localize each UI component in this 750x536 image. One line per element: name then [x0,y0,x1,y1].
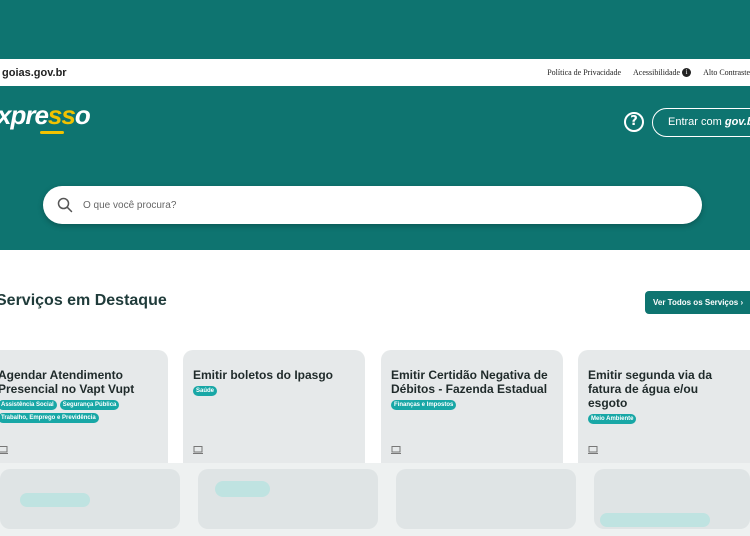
see-all-services-button[interactable]: Ver Todos os Serviços › [645,291,750,314]
card-title: Agendar Atendimento Presencial no Vapt V… [0,368,135,396]
gov-site-link[interactable]: goias.gov.br [2,67,67,79]
main-content: Serviços em Destaque Ver Todos os Serviç… [0,250,750,536]
service-card[interactable]: Emitir segunda via da fatura de água e/o… [578,350,750,470]
gov-links: Política de Privacidade Acessibilidade i … [547,68,750,78]
blurred-card [198,469,378,529]
login-brand: gov.br [724,116,750,128]
expresso-logo[interactable]: xpresso [0,100,91,131]
service-card[interactable]: Agendar Atendimento Presencial no Vapt V… [0,350,168,470]
blurred-tag [600,513,710,527]
card-tags: Finanças e Impostos [391,400,553,410]
see-all-label: Ver Todos os Serviços [653,298,739,307]
card-title: Emitir Certidão Negativa de Débitos - Fa… [391,368,548,396]
computer-icon [588,446,598,454]
computer-icon [391,446,401,454]
section-title: Serviços em Destaque [0,292,167,309]
tag[interactable]: Trabalho, Emprego e Previdência [0,413,99,423]
help-button[interactable]: ? [624,112,644,132]
login-button[interactable]: Entrar com gov.br [652,108,750,137]
card-tags: Assistência Social Segurança Pública Tra… [0,400,158,423]
card-title: Emitir boletos do Ipasgo [193,368,334,382]
blurred-tag [20,493,90,507]
card-title: Emitir segunda via da fatura de água e/o… [588,368,713,410]
tag[interactable]: Assistência Social [0,400,57,410]
login-label: Entrar com [668,116,725,128]
tag[interactable]: Meio Ambiente [588,414,637,424]
computer-icon [0,446,8,454]
blurred-card [396,469,576,529]
service-card[interactable]: Emitir Certidão Negativa de Débitos - Fa… [381,350,563,470]
service-card[interactable]: Emitir boletos do Ipasgo Saúde [183,350,365,470]
gov-bar: goias.gov.br Política de Privacidade Ace… [0,59,750,86]
computer-icon [193,446,203,454]
logo-underline [40,131,64,134]
blurred-tag [215,481,270,497]
card-tags: Saúde [193,386,355,396]
accessibility-link[interactable]: Acessibilidade i [633,67,692,78]
blurred-card-row [0,463,750,536]
privacy-link[interactable]: Política de Privacidade [547,68,621,77]
search-bar[interactable] [43,186,702,224]
search-input[interactable] [81,198,645,212]
tag[interactable]: Finanças e Impostos [391,400,457,410]
top-band [0,0,750,59]
chevron-right-icon: › [738,298,744,307]
hero-header: xpresso ? Entrar com gov.br [0,86,750,250]
accessibility-icon: i [682,68,692,78]
tag[interactable]: Saúde [193,386,218,396]
accessibility-label: Acessibilidade [633,67,681,77]
featured-services: Agendar Atendimento Presencial no Vapt V… [0,350,750,470]
help-icon: ? [630,114,638,129]
tag[interactable]: Segurança Pública [59,400,120,410]
card-tags: Meio Ambiente [588,414,740,424]
search-icon [57,197,73,213]
high-contrast-link[interactable]: Alto Contraste [703,68,750,77]
